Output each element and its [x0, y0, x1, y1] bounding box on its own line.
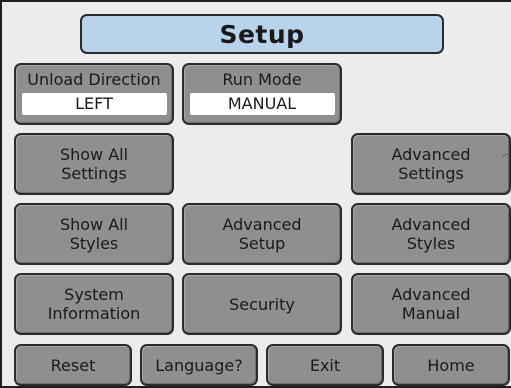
exit-button[interactable]: Exit: [266, 344, 384, 386]
setup-screen: Setup Unload Direction LEFT Run Mode MAN…: [0, 0, 511, 388]
unload-direction-label: Unload Direction: [27, 70, 161, 89]
run-mode-value: MANUAL: [189, 93, 335, 115]
advanced-settings-button[interactable]: Advanced Settings: [351, 133, 511, 195]
advanced-setup-button[interactable]: Advanced Setup: [182, 203, 342, 265]
security-button[interactable]: Security: [182, 273, 342, 335]
language-button[interactable]: Language?: [140, 344, 258, 386]
system-information-button[interactable]: System Information: [14, 273, 174, 335]
advanced-manual-button[interactable]: Advanced Manual: [351, 273, 511, 335]
show-all-styles-button[interactable]: Show All Styles: [14, 203, 174, 265]
reset-button[interactable]: Reset: [14, 344, 132, 386]
run-mode-label: Run Mode: [222, 70, 302, 89]
home-button[interactable]: Home: [392, 344, 510, 386]
unload-direction-value: LEFT: [21, 93, 167, 115]
show-all-settings-button[interactable]: Show All Settings: [14, 133, 174, 195]
advanced-styles-button[interactable]: Advanced Styles: [351, 203, 511, 265]
run-mode-selector[interactable]: Run Mode MANUAL: [182, 63, 342, 125]
edge-line-decoration: [501, 154, 509, 156]
page-title: Setup: [80, 14, 444, 54]
unload-direction-selector[interactable]: Unload Direction LEFT: [14, 63, 174, 125]
